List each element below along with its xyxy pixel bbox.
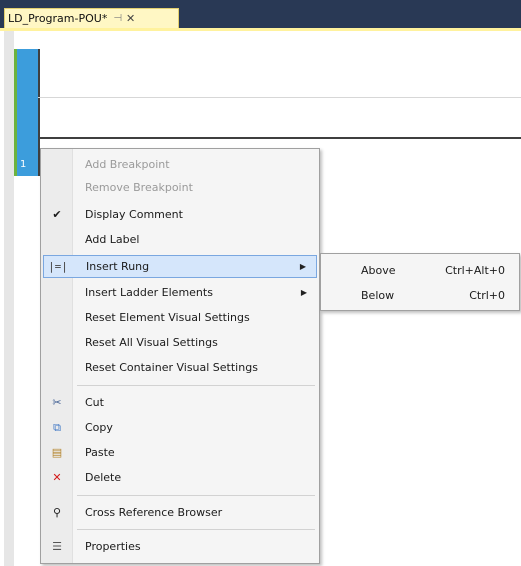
menu-item-reset-element-visual-settings[interactable]: Reset Element Visual Settings [43, 306, 317, 329]
menu-item-cross-reference-browser[interactable]: ⚲ Cross Reference Browser [43, 501, 317, 524]
rung-number: 1 [20, 159, 27, 170]
paste-icon: ▤ [51, 446, 63, 459]
tab-title: LD_Program-POU* [8, 12, 108, 25]
menu-item-reset-container-visual-settings[interactable]: Reset Container Visual Settings [43, 356, 317, 379]
menu-item-properties[interactable]: ☰ Properties [43, 535, 317, 558]
shortcut-text: Ctrl+0 [469, 288, 505, 302]
close-icon[interactable]: ✕ [126, 12, 135, 25]
copy-icon: ⧉ [53, 420, 61, 434]
menu-separator [77, 495, 315, 496]
submenu-arrow-icon: ▶ [299, 262, 306, 271]
menu-item-copy[interactable]: ⧉ Copy [43, 416, 317, 439]
menu-item-paste[interactable]: ▤ Paste [43, 441, 317, 464]
insert-rung-icon: |=| [48, 260, 68, 273]
insert-rung-submenu: Above Ctrl+Alt+0 Below Ctrl+0 [320, 253, 520, 311]
menu-item-remove-breakpoint[interactable]: Remove Breakpoint [43, 176, 317, 199]
menu-item-add-breakpoint[interactable]: Add Breakpoint [43, 153, 317, 176]
tab-ld-program-pou[interactable]: LD_Program-POU* ⊣ ✕ [4, 8, 179, 28]
submenu-item-above[interactable]: Above Ctrl+Alt+0 [323, 258, 517, 282]
editor-left-margin [4, 31, 14, 566]
menu-item-insert-rung[interactable]: |=| Insert Rung ▶ [43, 255, 317, 278]
magnifier-icon: ⚲ [52, 506, 62, 519]
menu-item-delete[interactable]: ✕ Delete [43, 466, 317, 489]
rung-selector[interactable] [14, 49, 38, 176]
menu-item-reset-all-visual-settings[interactable]: Reset All Visual Settings [43, 331, 317, 354]
rung-line[interactable] [38, 137, 521, 139]
menu-separator [77, 529, 315, 530]
menu-item-add-label[interactable]: Add Label [43, 228, 317, 251]
submenu-item-below[interactable]: Below Ctrl+0 [323, 283, 517, 307]
menu-item-display-comment[interactable]: ✔ Display Comment [43, 203, 317, 226]
menu-item-insert-ladder-elements[interactable]: Insert Ladder Elements ▶ [43, 281, 317, 304]
pin-icon[interactable]: ⊣ [113, 13, 122, 24]
rung-comment-divider [38, 97, 521, 98]
shortcut-text: Ctrl+Alt+0 [445, 263, 505, 277]
properties-icon: ☰ [52, 540, 62, 553]
menu-separator [77, 385, 315, 386]
context-menu: Add Breakpoint Remove Breakpoint ✔ Displ… [40, 148, 320, 564]
check-icon: ✔ [52, 208, 62, 221]
delete-icon: ✕ [52, 471, 62, 484]
menu-item-cut[interactable]: ✂ Cut [43, 391, 317, 414]
submenu-arrow-icon: ▶ [300, 288, 307, 297]
scissors-icon: ✂ [52, 396, 62, 409]
